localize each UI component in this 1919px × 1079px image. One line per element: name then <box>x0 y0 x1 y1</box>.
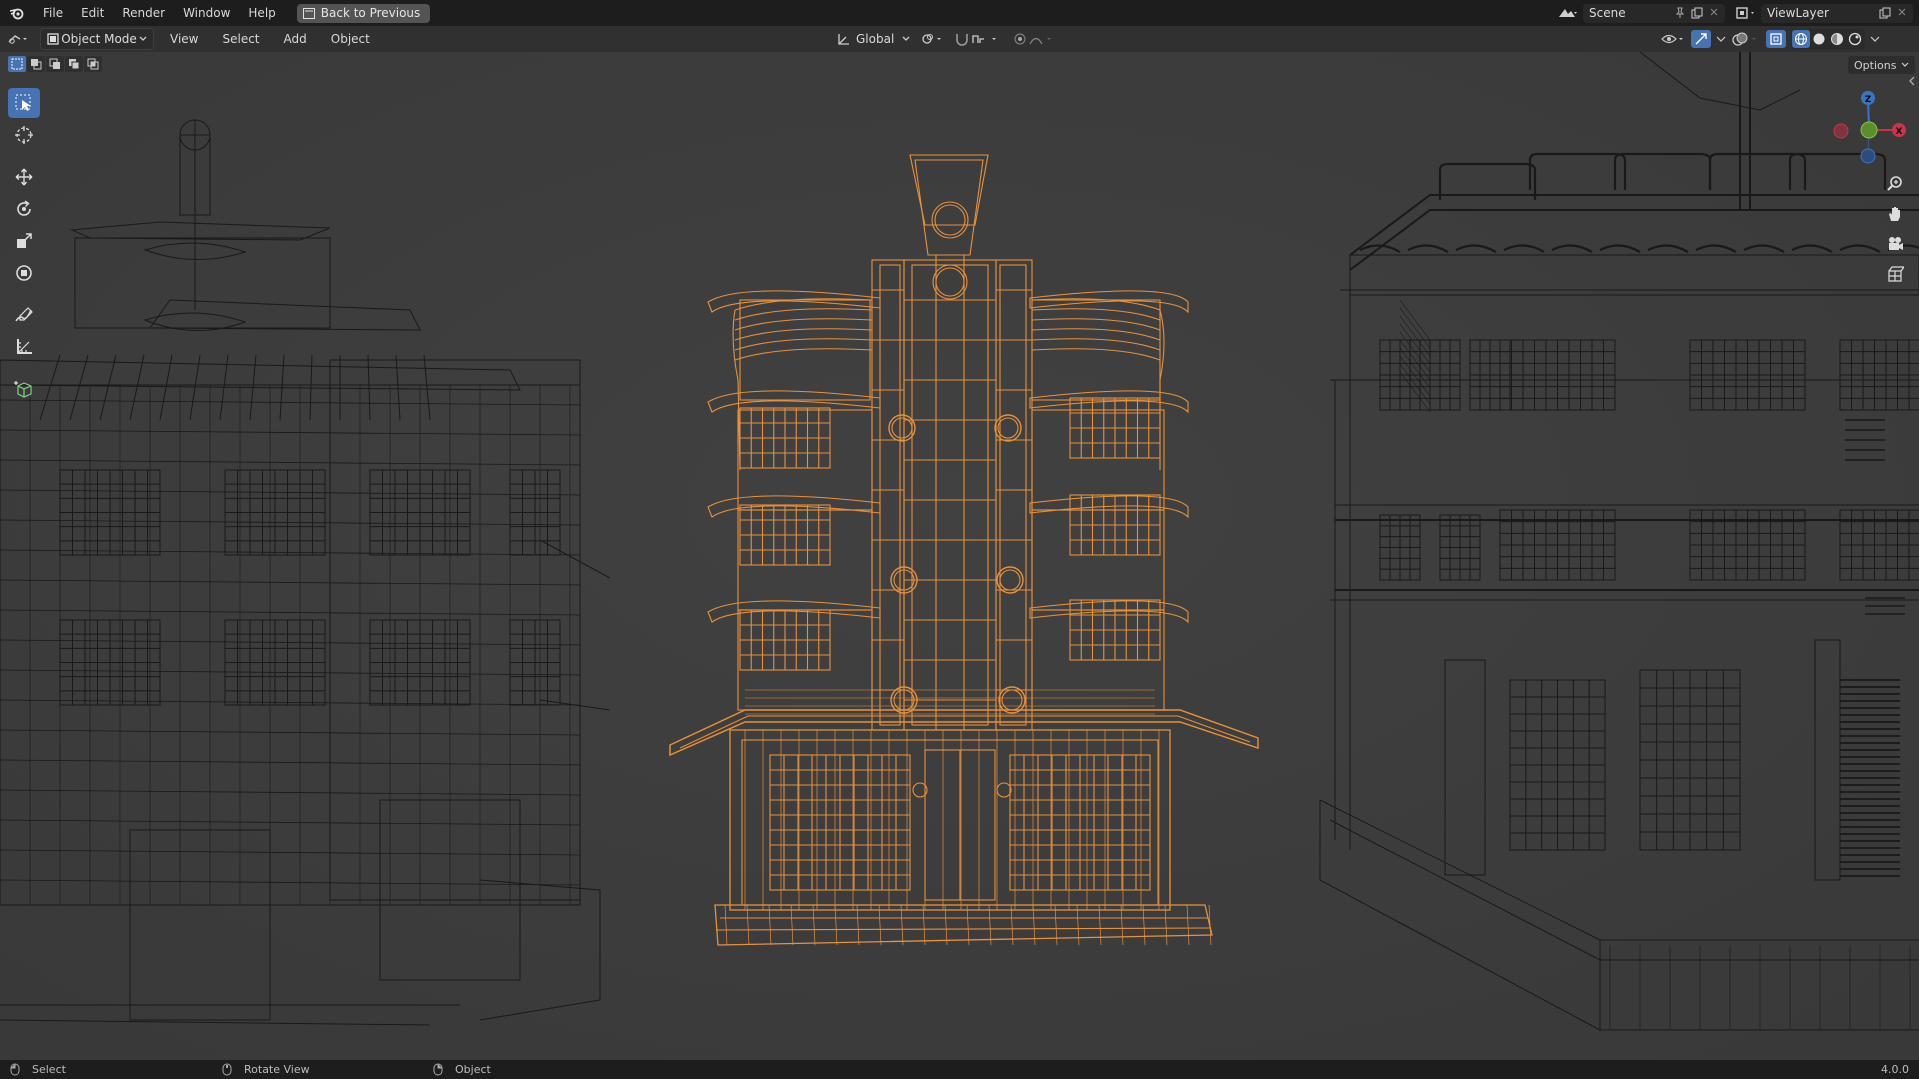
3d-viewport[interactable]: Options Z X <box>0 52 1919 1060</box>
orientation-dropdown[interactable]: Global <box>852 29 914 49</box>
orientation-label: Global <box>856 32 895 46</box>
rotate-tool-icon[interactable] <box>8 194 40 224</box>
back-to-previous-button[interactable]: Back to Previous <box>296 3 431 23</box>
chevron-down-icon[interactable] <box>1870 35 1880 43</box>
snap-icon[interactable] <box>954 32 970 46</box>
camera-view-icon[interactable] <box>1881 230 1909 258</box>
object-mode-icon <box>47 33 59 45</box>
editor-type-button[interactable] <box>0 29 36 49</box>
viewport-header: Object Mode View Select Add Object Globa… <box>0 26 1919 52</box>
scale-tool-icon[interactable] <box>8 226 40 256</box>
menu-select[interactable]: Select <box>216 29 265 49</box>
mouse-middle-icon <box>222 1063 232 1076</box>
status-rotate-label: Rotate View <box>244 1063 310 1076</box>
menu-file[interactable]: File <box>34 0 72 26</box>
falloff-icon[interactable] <box>1028 32 1056 46</box>
z-axis-label: Z <box>1865 95 1872 105</box>
measure-tool-icon[interactable] <box>8 332 40 362</box>
screen-icon <box>302 7 315 19</box>
overlays-icon[interactable] <box>1731 31 1761 47</box>
mouse-right-icon <box>433 1063 443 1076</box>
annotate-tool-icon[interactable] <box>8 300 40 330</box>
menu-window[interactable]: Window <box>174 0 239 26</box>
back-to-previous-label: Back to Previous <box>320 6 421 20</box>
viewlayer-name: ViewLayer <box>1767 6 1829 20</box>
y-axis-icon[interactable] <box>1860 121 1878 139</box>
chevron-down-icon[interactable] <box>1716 35 1726 43</box>
navigation-buttons <box>1881 170 1915 290</box>
neg-z-axis-icon[interactable] <box>1860 148 1876 164</box>
viewlayer-browse-icon[interactable] <box>1735 6 1757 20</box>
scene-browse-icon[interactable] <box>1557 6 1579 20</box>
status-select-label: Select <box>32 1063 66 1076</box>
select-invert-icon[interactable] <box>65 56 83 72</box>
status-object-label: Object <box>455 1063 491 1076</box>
blender-logo-icon[interactable] <box>0 0 34 26</box>
select-extend-icon[interactable] <box>27 56 45 72</box>
mode-label: Object Mode <box>61 32 137 46</box>
sidebar-toggle-icon[interactable] <box>1906 74 1918 88</box>
select-subtract-icon[interactable] <box>46 56 64 72</box>
cursor-tool-icon[interactable] <box>8 120 40 150</box>
chevron-down-icon <box>1902 62 1909 67</box>
new-viewlayer-icon[interactable] <box>1879 7 1891 19</box>
wireframe-shading-icon[interactable] <box>1792 30 1810 48</box>
rendered-shading-icon[interactable] <box>1846 30 1864 48</box>
transform-tools: Global <box>836 29 1056 49</box>
x-axis-label: X <box>1896 127 1903 137</box>
selection-mode-buttons <box>8 56 103 72</box>
status-bar: Select Rotate View Object 4.0.0 <box>0 1060 1919 1079</box>
pan-hand-icon[interactable] <box>1881 200 1909 228</box>
solid-shading-icon[interactable] <box>1810 30 1828 48</box>
ortho-grid-icon[interactable] <box>1881 260 1909 288</box>
shading-mode-group <box>1791 29 1865 49</box>
scene-name: Scene <box>1589 6 1626 20</box>
visibility-icon[interactable] <box>1660 31 1686 47</box>
pin-icon[interactable] <box>1675 7 1685 19</box>
menu-edit[interactable]: Edit <box>72 0 113 26</box>
chevron-down-icon <box>902 36 910 41</box>
menu-render[interactable]: Render <box>113 0 174 26</box>
navigation-gizmo[interactable]: Z X <box>1820 84 1906 174</box>
material-preview-icon[interactable] <box>1828 30 1846 48</box>
zoom-icon[interactable] <box>1881 170 1909 198</box>
snap-target-icon[interactable] <box>970 32 1004 46</box>
gizmo-toggle-icon[interactable] <box>1691 30 1711 48</box>
select-intersect-icon[interactable] <box>84 56 102 72</box>
viewport-shading-controls <box>1660 29 1880 49</box>
workspace-selectors: Scene ViewLayer <box>1557 0 1919 26</box>
status-rotate: Rotate View <box>222 1063 310 1076</box>
status-select: Select <box>10 1063 66 1076</box>
pivot-point-icon[interactable] <box>920 32 948 46</box>
status-object: Object <box>433 1063 491 1076</box>
version-label: 4.0.0 <box>1881 1063 1909 1076</box>
scene-field[interactable]: Scene <box>1583 3 1725 23</box>
menu-help[interactable]: Help <box>239 0 284 26</box>
options-dropdown[interactable]: Options <box>1848 56 1916 74</box>
options-label: Options <box>1854 58 1897 72</box>
move-tool-icon[interactable] <box>8 162 40 192</box>
close-icon[interactable] <box>1709 7 1719 17</box>
menu-add[interactable]: Add <box>278 29 313 49</box>
mouse-left-icon <box>10 1063 20 1076</box>
3d-viewport-icon <box>8 35 27 44</box>
select-new-icon[interactable] <box>8 56 26 72</box>
close-icon[interactable] <box>1897 7 1907 17</box>
top-menu-bar: File Edit Render Window Help Back to Pre… <box>0 0 1919 26</box>
add-cube-tool-icon[interactable] <box>8 374 40 404</box>
neg-x-axis-icon[interactable] <box>1833 123 1849 139</box>
chevron-down-icon <box>139 36 147 41</box>
wireframe-scene <box>0 52 1919 1060</box>
select-box-tool-icon[interactable] <box>8 88 40 118</box>
menu-view[interactable]: View <box>164 29 204 49</box>
tool-shelf <box>8 86 46 406</box>
transform-orientation-icon <box>838 34 849 45</box>
xray-toggle-icon[interactable] <box>1766 30 1786 48</box>
mode-dropdown[interactable]: Object Mode <box>40 28 154 50</box>
new-scene-icon[interactable] <box>1691 7 1703 19</box>
viewlayer-field[interactable]: ViewLayer <box>1761 3 1913 23</box>
proportional-editing-icon[interactable] <box>1012 32 1028 46</box>
transform-tool-icon[interactable] <box>8 258 40 288</box>
menu-object[interactable]: Object <box>325 29 376 49</box>
